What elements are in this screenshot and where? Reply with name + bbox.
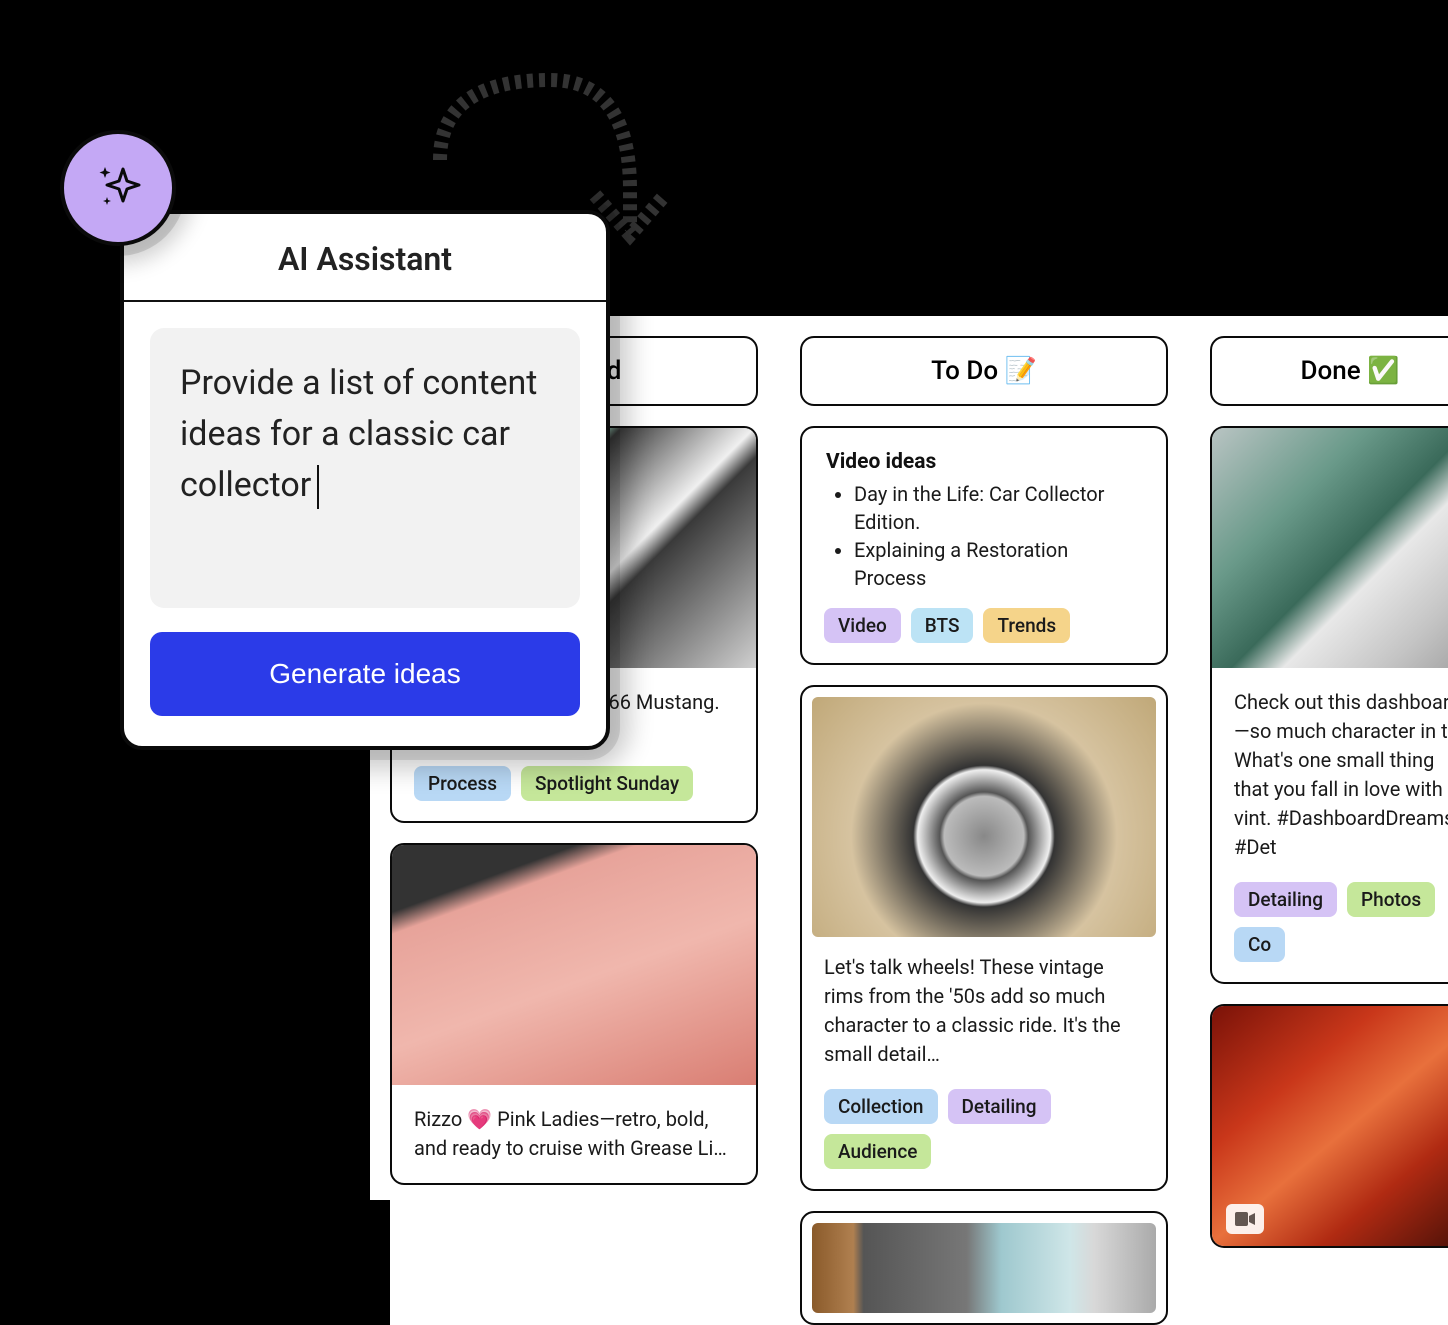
assistant-title: AI Assistant	[124, 214, 606, 302]
card-text: Check out this dashboard—so much charact…	[1234, 688, 1448, 862]
prompt-input[interactable]: Provide a list of content ideas for a cl…	[150, 328, 580, 608]
tag-detailing[interactable]: Detailing	[948, 1089, 1051, 1124]
tag-collection[interactable]: Collection	[824, 1089, 938, 1124]
card-tags: Detailing Photos Co	[1212, 882, 1448, 982]
list-item: Day in the Life: Car Collector Edition.	[854, 480, 1142, 536]
card-video-ideas[interactable]: Video ideas Day in the Life: Car Collect…	[800, 426, 1168, 665]
card-image-dashboard	[1212, 428, 1448, 668]
sparkle-icon	[89, 159, 147, 217]
card-title: Video ideas	[826, 450, 1142, 474]
column-header-todo: To Do 📝	[800, 336, 1168, 406]
card-image-wheel	[812, 697, 1156, 937]
card-pink-ladies[interactable]: Rizzo 💗 Pink Ladies—retro, bold, and rea…	[390, 843, 758, 1185]
ai-sparkle-badge	[60, 130, 176, 246]
tag-photos[interactable]: Photos	[1347, 882, 1435, 917]
card-red-car[interactable]	[1210, 1004, 1448, 1248]
ai-assistant-panel: AI Assistant Provide a list of content i…	[120, 210, 610, 750]
list-item: Explaining a Restoration Process	[854, 536, 1142, 592]
card-tags: Collection Detailing Audience	[802, 1089, 1166, 1189]
card-text: Rizzo 💗 Pink Ladies—retro, bold, and rea…	[414, 1105, 734, 1163]
column-done: Done ✅ Check out this dashboard—so much …	[1210, 330, 1448, 1325]
card-list: Day in the Life: Car Collector Edition. …	[826, 480, 1142, 592]
card-image-grille	[812, 1223, 1156, 1313]
card-dashboard[interactable]: Check out this dashboard—so much charact…	[1210, 426, 1448, 984]
card-tags: Process Spotlight Sunday	[392, 766, 756, 821]
tag-audience[interactable]: Audience	[824, 1134, 931, 1169]
card-tags: Video BTS Trends	[802, 608, 1166, 663]
column-todo: To Do 📝 Video ideas Day in the Life: Car…	[800, 330, 1168, 1325]
video-icon	[1226, 1204, 1264, 1234]
card-wheels[interactable]: Let's talk wheels! These vintage rims fr…	[800, 685, 1168, 1191]
tag-detailing[interactable]: Detailing	[1234, 882, 1337, 917]
tag-spotlight-sunday[interactable]: Spotlight Sunday	[521, 766, 693, 801]
tag-video[interactable]: Video	[824, 608, 901, 643]
tag-bts[interactable]: BTS	[911, 608, 974, 643]
tag-process[interactable]: Process	[414, 766, 511, 801]
tag-co[interactable]: Co	[1234, 927, 1285, 962]
tag-trends[interactable]: Trends	[983, 608, 1070, 643]
card-text: Let's talk wheels! These vintage rims fr…	[824, 953, 1144, 1069]
card-image-pink	[392, 845, 756, 1085]
column-header-done: Done ✅	[1210, 336, 1448, 406]
prompt-text: Provide a list of content ideas for a cl…	[180, 363, 537, 505]
text-cursor	[317, 465, 319, 509]
card-grille[interactable]	[800, 1211, 1168, 1325]
generate-ideas-button[interactable]: Generate ideas	[150, 632, 580, 716]
